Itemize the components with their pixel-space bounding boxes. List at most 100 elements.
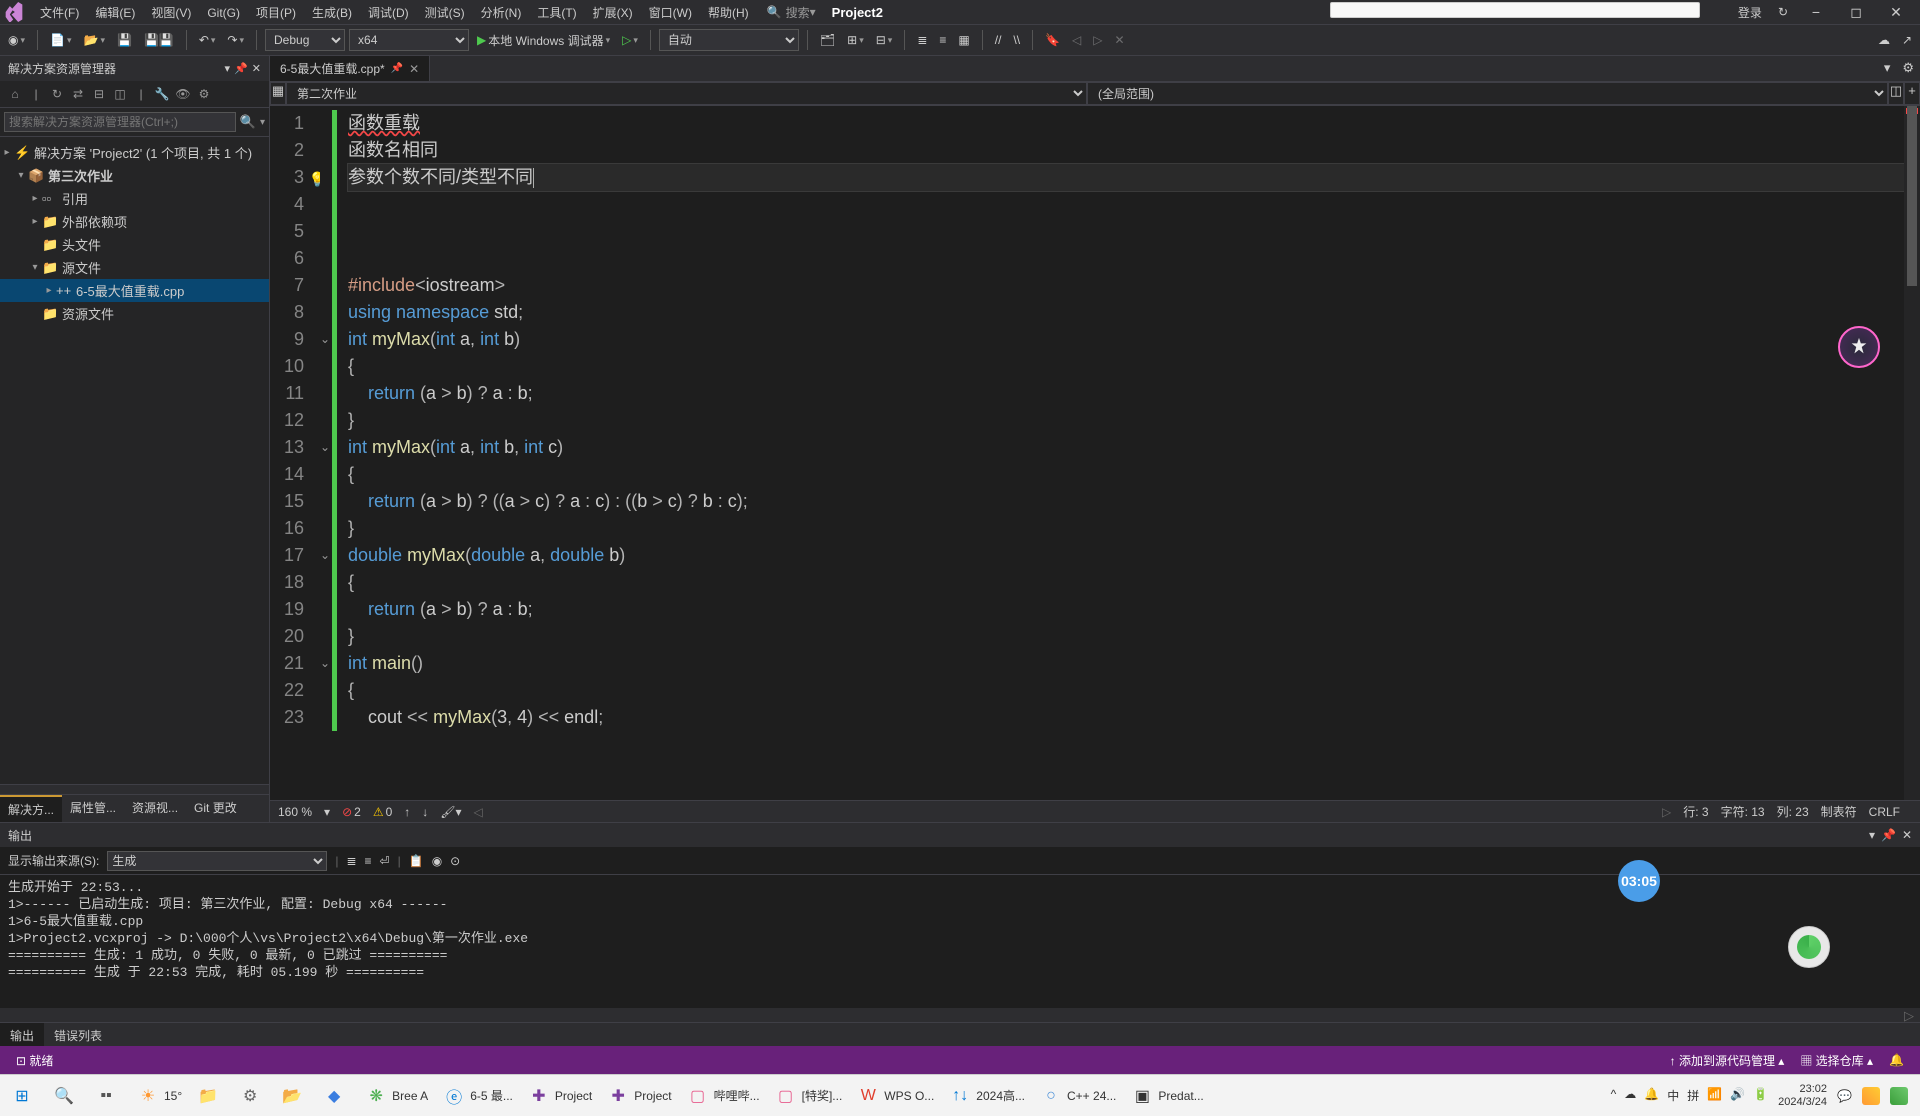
uncomment-button[interactable]: \\ xyxy=(1009,28,1024,52)
menu-item[interactable]: 调试(D) xyxy=(360,6,417,20)
taskbar-app[interactable]: ✚Project xyxy=(600,1078,677,1114)
maximize-editor-icon[interactable]: + xyxy=(1904,82,1920,105)
panel-pin-icon[interactable]: 📌 xyxy=(234,62,248,75)
next-bookmark-button[interactable]: ▷ xyxy=(1089,28,1106,52)
undo-button[interactable]: ↶▾ xyxy=(195,28,220,52)
new-item-button[interactable]: 📄▾ xyxy=(46,28,75,52)
menu-item[interactable]: 窗口(W) xyxy=(641,6,700,20)
clear-icon[interactable]: ≣ xyxy=(346,854,356,868)
nav-down-icon[interactable]: ↓ xyxy=(422,805,428,819)
tray-icon[interactable]: 🔊 xyxy=(1730,1087,1745,1104)
menu-item[interactable]: Git(G) xyxy=(199,6,248,20)
login-link[interactable]: 登录 xyxy=(1730,4,1770,21)
panel-tab[interactable]: 解决方... xyxy=(0,795,62,822)
split-icon[interactable]: ◫ xyxy=(1888,82,1904,105)
menu-item[interactable]: 编辑(E) xyxy=(87,6,143,20)
output-source-dropdown[interactable]: 生成 xyxy=(107,851,327,871)
pin-icon[interactable]: 📌 xyxy=(1881,828,1896,842)
live-share-button[interactable]: ☁ xyxy=(1874,28,1894,52)
refresh-icon[interactable]: ↻ xyxy=(48,85,66,103)
menu-item[interactable]: 工具(T) xyxy=(529,6,584,20)
save-button[interactable]: 💾 xyxy=(113,28,136,52)
bookmark-button[interactable]: 🔖 xyxy=(1041,28,1064,52)
outdent-button[interactable]: ≡ xyxy=(935,28,950,52)
output-tab[interactable]: 输出 xyxy=(0,1023,44,1046)
member-dropdown[interactable]: (全局范围) xyxy=(1087,82,1888,105)
minimize-button[interactable]: − xyxy=(1796,0,1836,24)
panel-close-icon[interactable]: ✕ xyxy=(252,62,261,75)
tray-icon[interactable]: 📶 xyxy=(1707,1087,1722,1104)
output-tab[interactable]: 错误列表 xyxy=(44,1023,112,1046)
scope-dropdown[interactable]: 第二次作业 xyxy=(286,82,1087,105)
source-file-node[interactable]: ▸++6-5最大值重载.cpp xyxy=(0,279,269,302)
nav-back-button[interactable]: ◉▾ xyxy=(4,28,29,52)
app-badge-2[interactable] xyxy=(1890,1087,1908,1105)
editor-options-icon[interactable]: ▾ xyxy=(1878,56,1897,81)
scroll-left-icon[interactable]: ◁ xyxy=(474,805,483,819)
platform-dropdown[interactable]: x64 xyxy=(349,29,469,51)
menu-item[interactable]: 项目(P) xyxy=(248,6,304,20)
taskbar-app[interactable]: WWPS O... xyxy=(850,1078,940,1114)
project-node[interactable]: ▾📦第三次作业 xyxy=(0,164,269,187)
indent-button[interactable]: ≣ xyxy=(913,28,931,52)
collapse-icon[interactable]: ⊟ xyxy=(90,85,108,103)
tray-icon[interactable]: 🔔 xyxy=(1644,1087,1659,1104)
save-all-button[interactable]: 💾💾 xyxy=(140,28,178,52)
stop-icon[interactable]: ◉ xyxy=(432,854,442,868)
config-dropdown[interactable]: Debug xyxy=(265,29,345,51)
show-all-icon[interactable]: ◫ xyxy=(111,85,129,103)
taskbar-app[interactable]: 🔍 xyxy=(46,1078,86,1114)
brush-icon[interactable]: 🖌▾ xyxy=(440,805,461,819)
taskbar-app[interactable]: ⚙ xyxy=(232,1078,272,1114)
external-deps-node[interactable]: ▸📁外部依赖项 xyxy=(0,210,269,233)
debug-button[interactable]: ▶本地 Windows 调试器▾ xyxy=(473,28,614,52)
close-button[interactable]: ✕ xyxy=(1876,0,1916,24)
indent-mode[interactable]: 制表符 xyxy=(1821,803,1857,820)
search-icon[interactable]: 🔍 xyxy=(240,114,256,130)
close-icon[interactable]: ✕ xyxy=(1902,828,1912,842)
tray-icon[interactable]: ^ xyxy=(1611,1087,1617,1104)
filter-icon[interactable]: ⚙ xyxy=(195,85,213,103)
warning-indicator[interactable]: ⚠ 0 xyxy=(373,805,392,819)
open-button[interactable]: 📂▾ xyxy=(80,28,109,52)
zoom-level[interactable]: 160 % xyxy=(278,805,312,819)
taskbar-app[interactable]: ▢[特奖]... xyxy=(768,1078,849,1114)
close-tab-icon[interactable]: ✕ xyxy=(409,62,419,76)
run-without-debug-button[interactable]: ▷▾ xyxy=(618,28,642,52)
menu-item[interactable]: 生成(B) xyxy=(304,6,360,20)
taskbar-clock[interactable]: 23:02 2024/3/24 xyxy=(1778,1083,1827,1109)
feedback-button[interactable]: ↗ xyxy=(1898,28,1916,52)
taskbar-app[interactable]: ▣Predat... xyxy=(1124,1078,1209,1114)
headers-node[interactable]: 📁头文件 xyxy=(0,233,269,256)
taskbar-app[interactable]: 📁 xyxy=(190,1078,230,1114)
sync-icon[interactable]: ↻ xyxy=(1770,5,1796,19)
properties-icon[interactable]: 🔧 xyxy=(153,85,171,103)
sources-node[interactable]: ▾📁源文件 xyxy=(0,256,269,279)
preview-icon[interactable]: 👁 xyxy=(174,85,192,103)
select-repo-button[interactable]: ▦ 选择仓库 ▴ xyxy=(1792,1052,1881,1069)
word-wrap-icon[interactable]: ⏎ xyxy=(380,854,390,868)
filter-icon[interactable]: 📋 xyxy=(409,854,424,868)
menu-item[interactable]: 分析(N) xyxy=(473,6,530,20)
tray-icon[interactable]: ☁ xyxy=(1624,1087,1636,1104)
auto-dropdown[interactable]: 自动 xyxy=(659,29,799,51)
panel-tab[interactable]: 资源视... xyxy=(124,795,186,822)
taskbar-app[interactable]: ⓔ6-5 最... xyxy=(436,1078,519,1114)
tray-icon[interactable]: 🔋 xyxy=(1753,1087,1768,1104)
redo-button[interactable]: ↷▾ xyxy=(223,28,248,52)
format-button[interactable]: ▦ xyxy=(954,28,973,52)
notifications-icon[interactable]: 🔔 xyxy=(1881,1053,1912,1067)
line-ending[interactable]: CRLF xyxy=(1869,805,1900,819)
panel-tab[interactable]: 属性管... xyxy=(62,795,124,822)
home-icon[interactable]: ⌂ xyxy=(6,85,24,103)
timer-widget[interactable]: 03:05 xyxy=(1618,860,1660,902)
clear-bookmark-button[interactable]: ✕ xyxy=(1111,28,1129,52)
panel-tab[interactable]: Git 更改 xyxy=(186,795,245,822)
prev-bookmark-button[interactable]: ◁ xyxy=(1068,28,1085,52)
toggle-icon[interactable]: ≡ xyxy=(365,854,372,868)
menu-item[interactable]: 文件(F) xyxy=(32,6,87,20)
taskbar-app[interactable]: ○C++ 24... xyxy=(1033,1078,1122,1114)
error-indicator[interactable]: ⊘ 2 xyxy=(342,805,361,819)
menu-item[interactable]: 扩展(X) xyxy=(585,6,641,20)
copilot-widget[interactable] xyxy=(1838,326,1880,368)
